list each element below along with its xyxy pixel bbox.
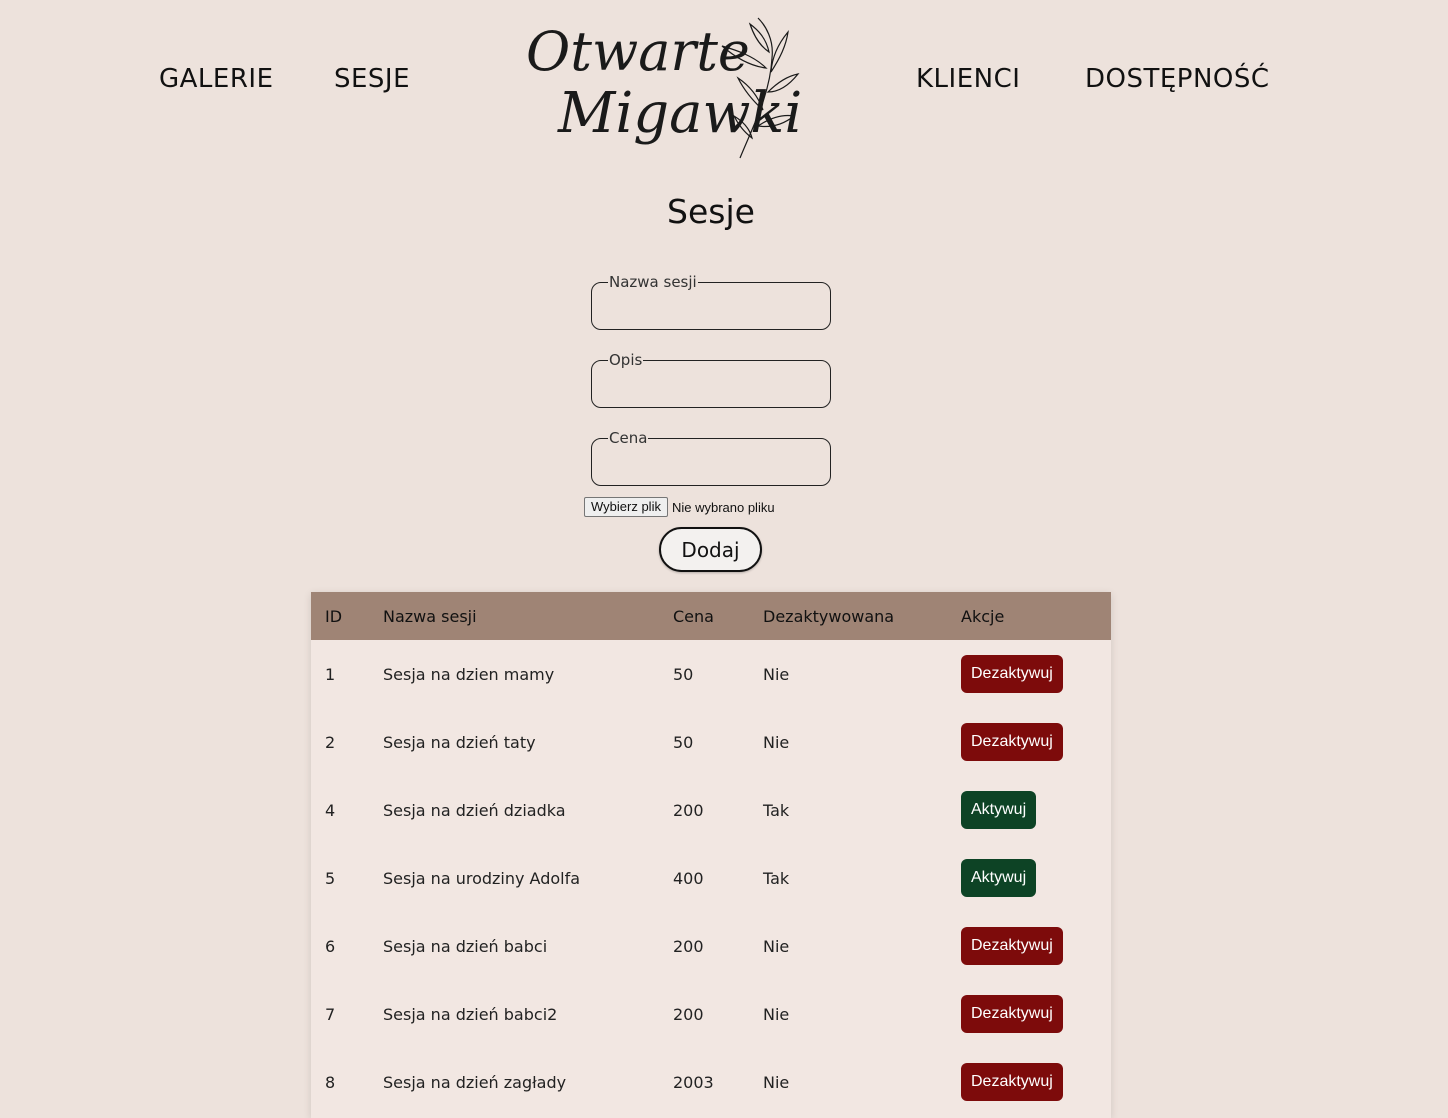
column-header-id: ID: [325, 606, 343, 626]
cell-actions: Dezaktywuj: [961, 708, 1111, 776]
table-row: 5 Sesja na urodziny Adolfa 400 Tak Aktyw…: [311, 844, 1111, 912]
cell-name: Sesja na dzień babci2: [383, 1004, 558, 1024]
cell-price: 50: [673, 664, 694, 684]
add-session-button[interactable]: Dodaj: [659, 527, 762, 572]
column-header-actions: Akcje: [961, 606, 1005, 626]
choose-file-button[interactable]: Wybierz plik: [584, 497, 668, 517]
cell-id: 5: [325, 868, 336, 888]
description-label: Opis: [608, 351, 644, 369]
cell-actions: Aktywuj: [961, 844, 1111, 912]
cell-name: Sesja na dzień babci: [383, 936, 548, 956]
column-header-price: Cena: [673, 606, 714, 626]
cell-price: 50: [673, 732, 694, 752]
table-row: 4 Sesja na dzień dziadka 200 Tak Aktywuj: [311, 776, 1111, 844]
logo-text-line1: Otwarte: [526, 20, 750, 83]
cell-deactivated: Nie: [763, 1004, 790, 1024]
cell-deactivated: Tak: [763, 868, 790, 888]
cell-actions: Dezaktywuj: [961, 912, 1111, 980]
cell-name: Sesja na dzien mamy: [383, 664, 555, 684]
cell-name: Sesja na urodziny Adolfa: [383, 868, 581, 888]
cell-id: 6: [325, 936, 336, 956]
cell-actions: Dezaktywuj: [961, 1048, 1111, 1116]
cell-id: 2: [325, 732, 336, 752]
nav-link-dostepnosc[interactable]: DOSTĘPNOŚĆ: [1085, 64, 1270, 94]
file-picker: Wybierz plik Nie wybrano pliku: [584, 496, 775, 518]
price-input[interactable]: [602, 453, 824, 479]
nav-link-sesje[interactable]: SESJE: [334, 64, 410, 94]
description-field[interactable]: Opis: [591, 351, 831, 408]
nav-link-galerie[interactable]: GALERIE: [159, 64, 274, 94]
nav-link-klienci[interactable]: KLIENCI: [916, 64, 1020, 94]
deactivate-button[interactable]: Dezaktywuj: [961, 927, 1063, 965]
sessions-table-container: ID Nazwa sesji Cena Dezaktywowana Akcje …: [311, 592, 1111, 1118]
table-row: 8 Sesja na dzień zagłady 2003 Nie Dezakt…: [311, 1048, 1111, 1116]
deactivate-button[interactable]: Dezaktywuj: [961, 655, 1063, 693]
cell-id: 8: [325, 1072, 336, 1092]
cell-deactivated: Nie: [763, 936, 790, 956]
price-field[interactable]: Cena: [591, 429, 831, 486]
cell-id: 7: [325, 1004, 336, 1024]
description-input[interactable]: [602, 375, 824, 401]
table-header: ID Nazwa sesji Cena Dezaktywowana Akcje: [311, 592, 1111, 640]
cell-name: Sesja na dzień zagłady: [383, 1072, 567, 1092]
cell-deactivated: Nie: [763, 732, 790, 752]
cell-name: Sesja na dzień taty: [383, 732, 536, 752]
cell-price: 200: [673, 1004, 704, 1024]
cell-price: 400: [673, 868, 704, 888]
cell-actions: Aktywuj: [961, 776, 1111, 844]
cell-actions: Dezaktywuj: [961, 640, 1111, 708]
activate-button[interactable]: Aktywuj: [961, 791, 1037, 829]
cell-deactivated: Nie: [763, 1072, 790, 1092]
price-label: Cena: [608, 429, 649, 447]
cell-id: 1: [325, 664, 336, 684]
cell-price: 200: [673, 800, 704, 820]
session-name-input[interactable]: [602, 297, 824, 323]
session-name-label: Nazwa sesji: [608, 273, 698, 291]
deactivate-button[interactable]: Dezaktywuj: [961, 723, 1063, 761]
cell-price: 200: [673, 936, 704, 956]
activate-button[interactable]: Aktywuj: [961, 859, 1037, 897]
deactivate-button[interactable]: Dezaktywuj: [961, 1063, 1063, 1101]
cell-actions: Dezaktywuj: [961, 980, 1111, 1048]
column-header-name: Nazwa sesji: [383, 606, 477, 626]
file-status-text: Nie wybrano pliku: [671, 499, 775, 515]
cell-id: 4: [325, 800, 336, 820]
deactivate-button[interactable]: Dezaktywuj: [961, 995, 1063, 1033]
table-row: 1 Sesja na dzien mamy 50 Nie Dezaktywuj: [311, 640, 1111, 708]
session-name-field[interactable]: Nazwa sesji: [591, 273, 831, 330]
cell-name: Sesja na dzień dziadka: [383, 800, 566, 820]
table-row: 7 Sesja na dzień babci2 200 Nie Dezaktyw…: [311, 980, 1111, 1048]
page-title: Sesje: [667, 192, 755, 231]
cell-deactivated: Nie: [763, 664, 790, 684]
top-navigation: GALERIE SESJE Otwarte Migawki KLIENCI DO…: [0, 0, 1448, 170]
column-header-deactivated: Dezaktywowana: [763, 606, 895, 626]
sessions-table: ID Nazwa sesji Cena Dezaktywowana Akcje …: [311, 592, 1111, 1116]
table-row: 2 Sesja na dzień taty 50 Nie Dezaktywuj: [311, 708, 1111, 776]
table-row: 6 Sesja na dzień babci 200 Nie Dezaktywu…: [311, 912, 1111, 980]
cell-deactivated: Tak: [763, 800, 790, 820]
cell-price: 2003: [673, 1072, 714, 1092]
logo-text-line2: Migawki: [557, 81, 802, 146]
site-logo[interactable]: Otwarte Migawki: [522, 12, 808, 162]
